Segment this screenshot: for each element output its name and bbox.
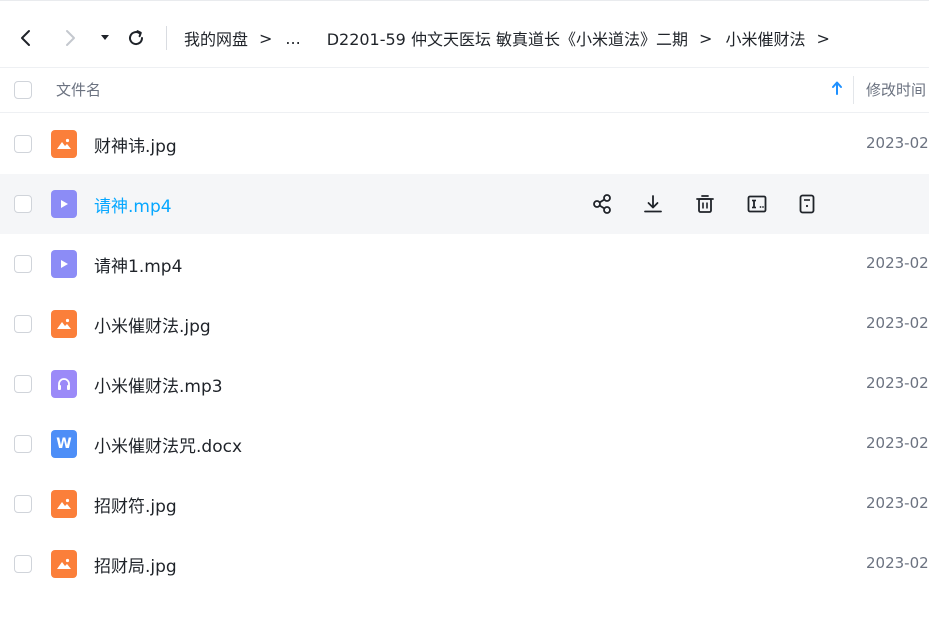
row-checkbox[interactable]: [14, 555, 32, 573]
share-button[interactable]: [589, 191, 615, 217]
file-row[interactable]: 财神讳.jpg 2023-02: [0, 114, 929, 174]
download-button[interactable]: [640, 191, 666, 217]
breadcrumb-item-folder[interactable]: D2201-59 仲文天医坛 敏真道长《小米道法》二期: [327, 26, 688, 50]
chevron-right-icon: [66, 30, 75, 46]
file-name[interactable]: 请神.mp4: [94, 192, 172, 217]
more-icon: [799, 194, 815, 214]
delete-icon: [696, 195, 714, 213]
image-file-icon: [51, 310, 77, 338]
refresh-button[interactable]: [124, 26, 148, 50]
toolbar-separator: [166, 26, 167, 50]
file-date: 2023-02: [866, 254, 929, 272]
file-name[interactable]: 小米催财法.mp3: [94, 372, 223, 397]
breadcrumb-item-root[interactable]: 我的网盘: [184, 26, 248, 50]
row-checkbox[interactable]: [14, 495, 32, 513]
refresh-icon: [129, 30, 144, 46]
audio-file-icon: [51, 370, 77, 398]
sort-button[interactable]: [830, 80, 844, 100]
breadcrumb-separator-icon: >: [699, 28, 713, 48]
video-file-icon: [51, 190, 77, 218]
file-name[interactable]: 财神讳.jpg: [94, 132, 177, 157]
file-date: 2023-02: [866, 314, 929, 332]
column-header-modified[interactable]: 修改时间: [866, 79, 926, 100]
file-row[interactable]: W 小米催财法咒.docx 2023-02: [0, 414, 929, 474]
rename-icon: [747, 195, 767, 213]
image-file-icon: [51, 130, 77, 158]
download-icon: [644, 195, 662, 213]
breadcrumb-item-ellipsis[interactable]: ...: [285, 29, 300, 48]
file-date: 2023-02: [866, 494, 929, 512]
row-checkbox[interactable]: [14, 255, 32, 273]
file-name[interactable]: 招财局.jpg: [94, 552, 177, 577]
file-row[interactable]: 请神.mp4: [0, 174, 929, 234]
back-button[interactable]: [14, 26, 38, 50]
share-icon: [593, 194, 611, 214]
row-checkbox[interactable]: [14, 135, 32, 153]
column-separator[interactable]: [853, 76, 854, 104]
breadcrumb-separator-icon: >: [816, 28, 830, 48]
word-file-icon: W: [51, 430, 77, 458]
history-dropdown-button[interactable]: [93, 26, 117, 50]
rename-button[interactable]: [744, 191, 770, 217]
file-name[interactable]: 小米催财法咒.docx: [94, 432, 242, 457]
caret-down-icon: [101, 35, 109, 40]
arrow-up-icon: [832, 81, 842, 95]
video-file-icon: [51, 250, 77, 278]
more-button[interactable]: [794, 191, 820, 217]
file-row[interactable]: 招财局.jpg 2023-02: [0, 534, 929, 594]
top-divider: [0, 0, 929, 1]
file-row[interactable]: 招财符.jpg 2023-02: [0, 474, 929, 534]
breadcrumb-separator-icon: >: [259, 28, 273, 48]
column-header-name[interactable]: 文件名: [56, 79, 101, 100]
file-date: 2023-02: [866, 434, 929, 452]
file-row[interactable]: 小米催财法.jpg 2023-02: [0, 294, 929, 354]
file-name[interactable]: 小米催财法.jpg: [94, 312, 211, 337]
file-date: 2023-02: [866, 134, 929, 152]
select-all-checkbox[interactable]: [14, 81, 32, 99]
image-file-icon: [51, 490, 77, 518]
file-date: 2023-02: [866, 554, 929, 572]
row-checkbox[interactable]: [14, 315, 32, 333]
image-file-icon: [51, 550, 77, 578]
row-checkbox[interactable]: [14, 435, 32, 453]
breadcrumb: 我的网盘 > ... D2201-59 仲文天医坛 敏真道长《小米道法》二期 >…: [184, 24, 843, 52]
file-name[interactable]: 请神1.mp4: [94, 252, 182, 277]
file-row[interactable]: 请神1.mp4 2023-02: [0, 234, 929, 294]
forward-button[interactable]: [58, 26, 82, 50]
chevron-left-icon: [21, 30, 30, 46]
breadcrumb-item-current[interactable]: 小米催财法: [725, 26, 805, 50]
delete-button[interactable]: [692, 191, 718, 217]
file-date: 2023-02: [866, 374, 929, 392]
file-name[interactable]: 招财符.jpg: [94, 492, 177, 517]
row-checkbox[interactable]: [14, 195, 32, 213]
file-row[interactable]: 小米催财法.mp3 2023-02: [0, 354, 929, 414]
row-checkbox[interactable]: [14, 375, 32, 393]
file-list-header: 文件名 修改时间: [0, 68, 929, 113]
toolbar: 我的网盘 > ... D2201-59 仲文天医坛 敏真道长《小米道法》二期 >…: [0, 0, 929, 68]
